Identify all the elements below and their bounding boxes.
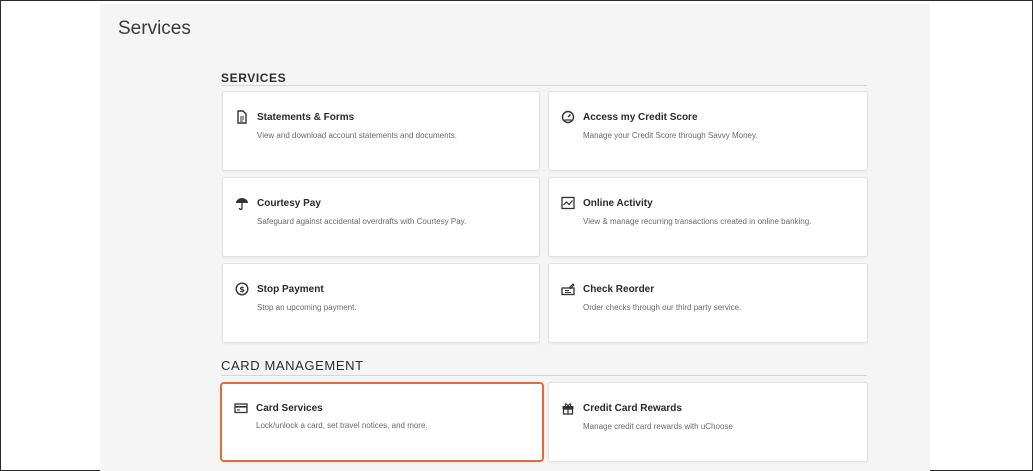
card-description: Order checks through our third party ser… [583,303,742,312]
card-header: Online Activity [561,196,653,210]
card-title: Credit Card Rewards [583,402,682,414]
card-header: Statements & Forms [235,110,354,124]
card-title: Card Services [256,402,323,414]
card-access-credit-score[interactable]: Access my Credit Score Manage your Credi… [548,91,868,171]
card-stop-payment[interactable]: $ Stop Payment Stop an upcoming payment. [222,263,540,343]
card-description: Stop an upcoming payment. [257,303,357,312]
card-header: Courtesy Pay [235,196,321,210]
card-title: Check Reorder [583,283,655,295]
card-check-reorder[interactable]: Check Reorder Order checks through our t… [548,263,868,343]
umbrella-icon [235,196,249,210]
card-title: Courtesy Pay [257,197,321,209]
card-courtesy-pay[interactable]: Courtesy Pay Safeguard against accidenta… [222,177,540,257]
card-statements-forms[interactable]: Statements & Forms View and download acc… [222,91,540,171]
dollar-circle-icon: $ [235,282,249,296]
card-description: Lock/unlock a card, set travel notices, … [256,421,428,430]
section-divider [221,375,867,376]
card-description: Manage your Credit Score through Savvy M… [583,131,758,140]
card-title: Access my Credit Score [583,111,698,123]
gauge-icon [561,110,575,124]
card-description: Manage credit card rewards with uChoose [583,422,733,431]
activity-chart-icon [561,196,575,210]
checkbook-icon [561,282,575,296]
section-title-services: SERVICES [221,71,287,85]
card-header: Card Services [234,401,323,415]
svg-text:$: $ [239,285,245,294]
card-header: Credit Card Rewards [561,401,682,415]
card-description: View and download account statements and… [257,131,457,140]
card-header: Check Reorder [561,282,654,296]
gift-icon [561,401,575,415]
card-credit-card-rewards[interactable]: Credit Card Rewards Manage credit card r… [548,382,868,462]
card-title: Stop Payment [257,283,324,295]
credit-card-icon [234,401,248,415]
document-icon [235,110,249,124]
card-header: Access my Credit Score [561,110,698,124]
page-title: Services [118,18,191,39]
card-title: Statements & Forms [257,111,355,123]
card-title: Online Activity [583,197,653,209]
card-description: Safeguard against accidental overdrafts … [257,217,467,226]
card-header: $ Stop Payment [235,282,324,296]
section-divider [221,85,867,86]
card-card-services[interactable]: Card Services Lock/unlock a card, set tr… [220,382,544,462]
section-title-card-management: CARD MANAGEMENT [221,358,364,373]
card-description: View & manage recurring transactions cre… [583,217,812,226]
card-online-activity[interactable]: Online Activity View & manage recurring … [548,177,868,257]
